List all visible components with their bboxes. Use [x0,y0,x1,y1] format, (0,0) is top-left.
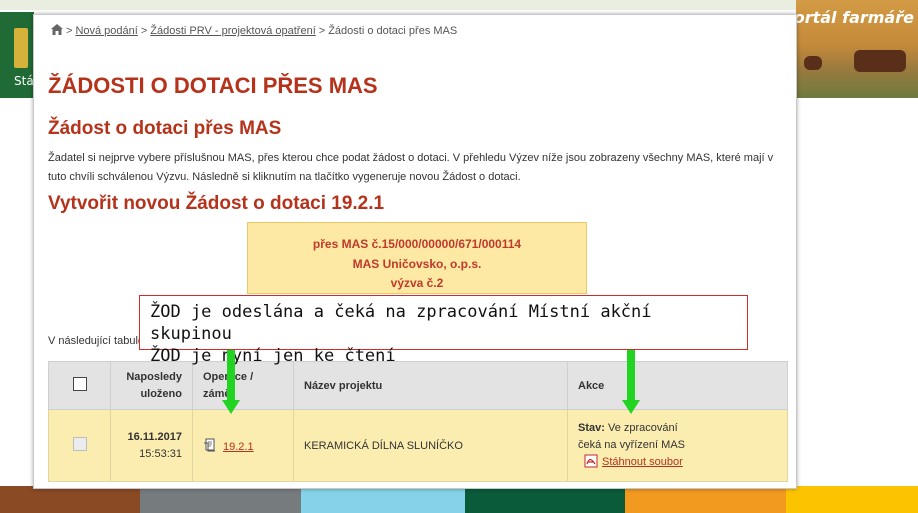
select-all-header [48,361,111,410]
cow-image [854,50,906,72]
row-project-name-cell: KERAMICKÁ DÍLNA SLUNÍČKO [293,409,568,482]
section-title: Žádost o dotaci přes MAS [48,118,282,139]
column-header-operation[interactable]: Operace / záměr [192,361,294,410]
column-header-last-saved-label: Naposledy uloženo [126,370,182,400]
breadcrumb: > Nová podání > Žádosti PRV - projektová op… [51,24,457,37]
table-intro-text: V následující tabulc [48,335,144,347]
footer-color-segment [465,486,625,513]
row-checkbox[interactable] [72,437,87,451]
column-header-project-name[interactable]: Název projektu [293,361,568,410]
footer-color-bar [0,486,918,513]
download-file-link[interactable]: Stáhnout soubor [578,454,777,471]
footer-color-segment [786,486,918,513]
mas-box-line-2: MAS Uničovsko, o.p.s. [352,256,482,271]
column-header-last-saved[interactable]: Naposledy uloženo [110,361,193,410]
row-status-value: Ve zpracování [607,422,678,434]
column-header-actions-label: Akce [578,379,605,392]
applications-table: Naposledy uloženo Operace / záměr Název … [48,361,788,482]
footer-color-segment [0,486,140,513]
green-arrow-icon [622,350,640,414]
column-header-actions: Akce [567,361,788,410]
row-operation-link[interactable]: 19.2.1 [223,441,254,453]
breadcrumb-link-zadosti-prv[interactable]: Žádosti PRV - projektová opatření [150,25,316,37]
portal-logo-text: Stá [14,74,34,88]
row-status-detail: čeká na vyřízení MAS [578,439,685,451]
row-select-cell [48,409,111,482]
column-header-project-name-label: Název projektu [304,379,383,392]
footer-color-segment [625,486,786,513]
main-panel: > Nová podání > Žádosti PRV - projektová op… [33,14,797,489]
create-application-title: Vytvořit novou Žádost o dotaci 19.2.1 [48,193,385,214]
portal-banner-title: Portál farmáře [796,8,914,27]
footer-color-segment [301,486,465,513]
create-application-button[interactable]: přes MAS č.15/000/00000/671/000114 MAS U… [247,222,587,294]
breadcrumb-separator: > [140,25,148,37]
row-status: Stav: Ve zpracování [578,420,777,437]
document-icon [204,438,215,452]
home-icon[interactable] [51,24,63,35]
intro-text: Žadatel si nejprve vybere příslušnou MAS… [48,152,774,183]
table-header-row: Naposledy uloženo Operace / záměr Název … [48,361,788,410]
breadcrumb-current: Žádosti o dotaci přes MAS [328,25,458,37]
portal-header-strip [0,0,918,10]
page-title: ŽÁDOSTI O DOTACI PŘES MAS [48,73,378,98]
table-row: 16.11.2017 15:53:31 19.2.1 KERAMICKÁ DÍL… [48,409,788,482]
portal-banner: Portál farmáře [796,0,918,98]
callout-line-1: ŽOD je odeslána a čeká na zpracování Mís… [150,302,652,344]
mas-box-line-1: přes MAS č.15/000/00000/671/000114 [312,237,522,251]
row-status-label: Stav: [578,422,605,434]
annotation-callout: ŽOD je odeslána a čeká na zpracování Mís… [139,295,748,366]
pdf-icon [584,454,598,468]
breadcrumb-link-nova-podani[interactable]: Nová podání [75,25,137,37]
green-arrow-icon [222,350,240,414]
portal-logo[interactable]: Stá [0,12,34,98]
mas-box-line-3: výzva č.2 [390,276,444,290]
select-all-checkbox[interactable] [72,377,87,391]
breadcrumb-separator: > [318,25,326,37]
row-operation-cell: 19.2.1 [192,409,294,482]
footer-color-segment [140,486,301,513]
row-date: 16.11.2017 [127,430,182,443]
cow-image [804,56,822,70]
download-file-label: Stáhnout soubor [602,456,683,468]
row-actions-cell: Stav: Ve zpracování čeká na vyřízení MAS… [567,409,788,482]
row-time: 15:53:31 [139,447,182,460]
row-last-saved-cell: 16.11.2017 15:53:31 [110,409,193,482]
wheat-logo-icon [14,28,28,68]
breadcrumb-separator: > [66,25,73,37]
